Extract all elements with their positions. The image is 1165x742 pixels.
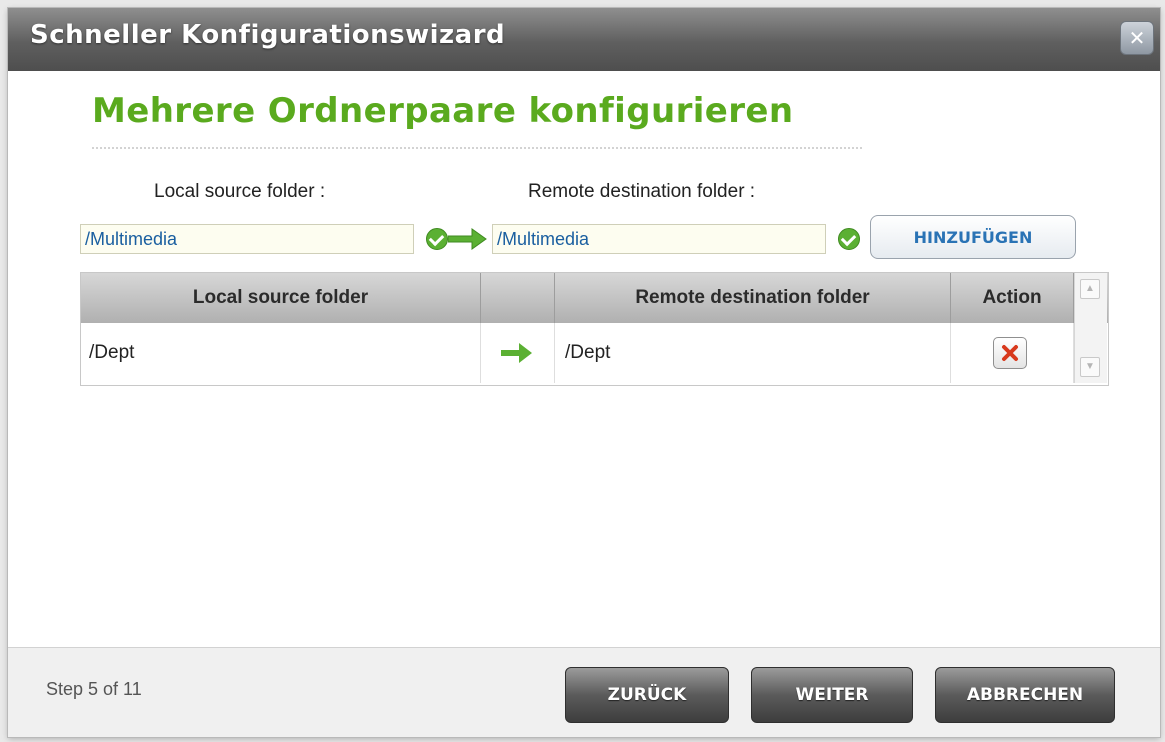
step-indicator: Step 5 of 11 xyxy=(46,679,142,699)
table-scrollbar[interactable]: ▲ ▼ xyxy=(1074,273,1107,383)
row-local-folder: /Dept xyxy=(81,323,481,383)
column-remote-destination[interactable]: Remote destination folder xyxy=(555,273,951,323)
delete-icon xyxy=(1002,345,1018,361)
local-folder-label: Local source folder : xyxy=(154,181,326,202)
remote-valid-check-icon xyxy=(838,228,860,250)
wizard-footer: Step 5 of 11 ZURÜCK WEITER ABBRECHEN xyxy=(8,647,1160,737)
pair-arrow-icon xyxy=(448,228,487,250)
page-heading: Mehrere Ordnerpaare konfigurieren xyxy=(92,91,794,131)
remote-folder-input[interactable]: /Multimedia xyxy=(492,224,826,254)
row-arrow-cell xyxy=(481,323,555,383)
heading-divider xyxy=(92,147,862,149)
back-button[interactable]: ZURÜCK xyxy=(565,667,729,723)
wizard-content: Mehrere Ordnerpaare konfigurieren Local … xyxy=(8,71,1160,647)
folder-pairs-table: Local source folder Remote destination f… xyxy=(80,272,1109,386)
close-button[interactable]: ✕ xyxy=(1120,21,1154,55)
scroll-up-button[interactable]: ▲ xyxy=(1080,279,1100,299)
column-local-source[interactable]: Local source folder xyxy=(81,273,481,323)
title-bar: Schneller Konfigurationswizard ✕ xyxy=(8,8,1160,72)
scroll-down-button[interactable]: ▼ xyxy=(1080,357,1100,377)
delete-pair-button[interactable] xyxy=(993,337,1027,369)
cancel-button[interactable]: ABBRECHEN xyxy=(935,667,1115,723)
row-arrow-icon xyxy=(501,343,532,363)
remote-folder-label: Remote destination folder : xyxy=(528,181,756,202)
local-valid-check-icon xyxy=(426,228,448,250)
table-header: Local source folder Remote destination f… xyxy=(81,273,1108,323)
column-action[interactable]: Action xyxy=(951,273,1074,323)
local-folder-input[interactable]: /Multimedia xyxy=(80,224,414,254)
close-icon: ✕ xyxy=(1128,26,1146,50)
add-pair-button[interactable]: HINZUFÜGEN xyxy=(870,215,1076,259)
window-title: Schneller Konfigurationswizard xyxy=(30,20,506,50)
wizard-window: Schneller Konfigurationswizard ✕ Mehrere… xyxy=(8,8,1160,737)
next-button[interactable]: WEITER xyxy=(751,667,913,723)
column-arrow xyxy=(481,273,555,323)
row-remote-folder: /Dept xyxy=(555,323,951,383)
